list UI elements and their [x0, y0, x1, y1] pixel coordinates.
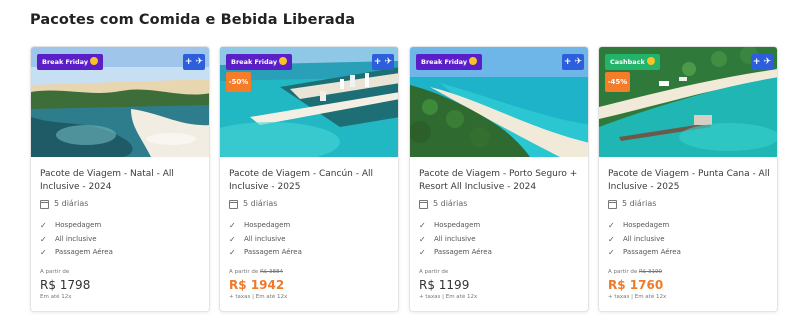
feature-item: ✓ Hospedagem [229, 219, 302, 233]
sunglasses-emoji-icon [469, 57, 478, 65]
feature-item: ✓ Passagem Aérea [229, 246, 302, 260]
feature-item: ✓ Hospedagem [40, 219, 113, 233]
package-card-cancun[interactable]: Break Friday + ✈ -50% Pacote de Viagem -… [219, 46, 399, 312]
card-title[interactable]: Pacote de Viagem - Porto Seguro + Resort… [419, 168, 581, 194]
feature-item: ✓ All inclusive [229, 233, 302, 247]
flight-package-icon[interactable]: + ✈ [562, 54, 584, 70]
promo-badge: Cashback [605, 54, 660, 70]
promo-badge: Break Friday [416, 54, 483, 70]
feature-item: ✓ Passagem Aérea [608, 246, 681, 260]
check-icon: ✓ [229, 234, 236, 244]
check-icon: ✓ [608, 221, 615, 230]
price-from-label: A partir de [419, 269, 449, 275]
card-image-natal[interactable]: Break Friday + ✈ [31, 47, 209, 157]
check-icon: ✓ [419, 221, 426, 230]
flight-package-icon[interactable]: + ✈ [183, 54, 205, 70]
card-image-punta-cana[interactable]: Cashback + ✈ -45% [599, 47, 777, 157]
check-icon: ✓ [229, 221, 236, 230]
calendar-icon [608, 199, 617, 209]
promo-badge: Break Friday [226, 54, 293, 70]
card-image-porto-seguro[interactable]: Break Friday + ✈ [410, 47, 588, 157]
card-title[interactable]: Pacote de Viagem - Natal - All Inclusive… [40, 168, 202, 194]
check-icon: ✓ [419, 248, 426, 257]
flight-package-icon[interactable]: + ✈ [372, 54, 394, 70]
feature-item: ✓ All inclusive [40, 233, 113, 247]
feature-item: ✓ Hospedagem [419, 219, 492, 233]
price: R$ 1760 [608, 278, 664, 292]
price: R$ 1798 [40, 278, 91, 292]
check-icon: ✓ [229, 248, 236, 257]
discount-badge: -45% [605, 72, 630, 92]
feature-item: ✓ Passagem Aérea [419, 246, 492, 260]
price-from-label: A partir de R$ 3884 [229, 269, 284, 275]
package-card-punta-cana[interactable]: Cashback + ✈ -45% Pacote de Viagem - Pun… [598, 46, 778, 312]
feature-item: ✓ All inclusive [608, 233, 681, 247]
features-list: ✓ Hospedagem ✓ All inclusive ✓ Passagem Aér… [608, 219, 681, 260]
sunglasses-emoji-icon [90, 57, 99, 65]
sunglasses-emoji-icon [279, 57, 288, 65]
calendar-icon [419, 199, 428, 209]
old-price: R$ 3190 [638, 269, 663, 275]
card-image-cancun[interactable]: Break Friday + ✈ -50% [220, 47, 398, 157]
money-bag-emoji-icon [646, 57, 655, 65]
duration: 5 diárias [229, 198, 277, 210]
check-icon: ✓ [40, 221, 47, 230]
feature-item: ✓ Passagem Aérea [40, 246, 113, 260]
package-card-natal[interactable]: Break Friday + ✈ Pacote de Viagem - Nata… [30, 46, 210, 312]
calendar-icon [229, 199, 238, 209]
price-from-label: A partir de R$ 3190 [608, 269, 663, 275]
section-title: Pacotes com Comida e Bebida Liberada [30, 12, 356, 28]
feature-item: ✓ All inclusive [419, 233, 492, 247]
check-icon: ✓ [608, 234, 615, 244]
price: R$ 1942 [229, 278, 285, 292]
price-from-label: A partir de [40, 269, 70, 275]
check-icon: ✓ [419, 234, 426, 244]
duration: 5 diárias [608, 198, 656, 210]
features-list: ✓ Hospedagem ✓ All inclusive ✓ Passagem Aér… [40, 219, 113, 260]
price: R$ 1199 [419, 278, 470, 292]
discount-badge: -50% [226, 72, 251, 92]
payment-note: + taxas | Em até 12x [229, 294, 288, 300]
payment-note: + taxas | Em até 12x [419, 294, 478, 300]
feature-item: ✓ Hospedagem [608, 219, 681, 233]
check-icon: ✓ [40, 248, 47, 257]
promo-badge: Break Friday [37, 54, 104, 70]
payment-note: + taxas | Em até 12x [608, 294, 667, 300]
card-title[interactable]: Pacote de Viagem - Cancún - All Inclusiv… [229, 168, 391, 194]
calendar-icon [40, 199, 49, 209]
card-title[interactable]: Pacote de Viagem - Punta Cana - All Incl… [608, 168, 770, 194]
duration: 5 diárias [40, 198, 88, 210]
features-list: ✓ Hospedagem ✓ All inclusive ✓ Passagem Aér… [419, 219, 492, 260]
flight-package-icon[interactable]: + ✈ [751, 54, 773, 70]
duration: 5 diárias [419, 198, 467, 210]
check-icon: ✓ [40, 234, 47, 244]
check-icon: ✓ [608, 248, 615, 257]
features-list: ✓ Hospedagem ✓ All inclusive ✓ Passagem Aér… [229, 219, 302, 260]
payment-note: Em até 12x [40, 294, 72, 300]
package-card-porto-seguro[interactable]: Break Friday + ✈ Pacote de Viagem - Port… [409, 46, 589, 312]
old-price: R$ 3884 [259, 269, 284, 275]
